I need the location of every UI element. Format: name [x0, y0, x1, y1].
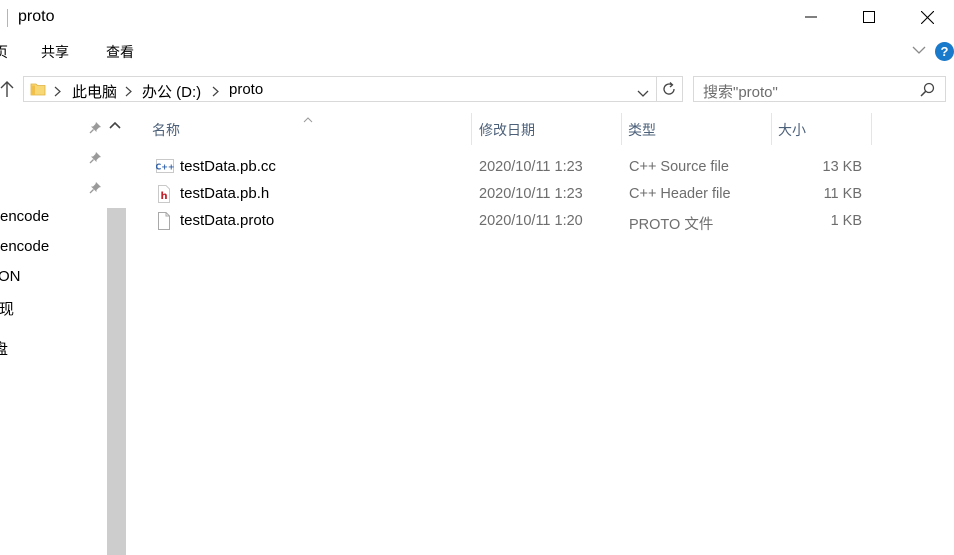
blank-file-icon	[156, 212, 172, 230]
title-bar: proto	[0, 0, 954, 36]
tab-share[interactable]: 共享	[41, 42, 69, 62]
scrollbar-thumb[interactable]	[107, 208, 126, 555]
search-icon[interactable]	[920, 82, 935, 102]
file-name[interactable]: testData.pb.cc	[180, 158, 276, 175]
up-button[interactable]	[0, 80, 14, 103]
nav-item[interactable]: 盘	[0, 338, 8, 359]
file-row[interactable]: h testData.pb.h 2020/10/11 1:23 C++ Head…	[130, 181, 954, 208]
file-date: 2020/10/11 1:23	[479, 186, 583, 202]
window-title: proto	[18, 8, 55, 25]
minimize-button[interactable]	[788, 0, 834, 34]
file-name[interactable]: testData.proto	[180, 212, 274, 229]
column-divider[interactable]	[771, 113, 772, 145]
cpp-header-icon: h	[156, 185, 172, 203]
title-separator	[7, 9, 8, 27]
file-row[interactable]: testData.proto 2020/10/11 1:20 PROTO 文件 …	[130, 208, 954, 235]
file-date: 2020/10/11 1:20	[479, 213, 583, 229]
arrow-up-icon	[0, 81, 14, 97]
breadcrumb-proto[interactable]: proto	[229, 81, 263, 98]
file-size: 13 KB	[822, 159, 863, 175]
file-size: 1 KB	[830, 213, 862, 229]
search-box[interactable]: 搜索"proto"	[693, 76, 946, 102]
file-date: 2020/10/11 1:23	[479, 159, 583, 175]
breadcrumb-this-pc[interactable]: 此电脑	[72, 81, 117, 102]
chevron-up-icon	[109, 121, 121, 129]
refresh-button[interactable]	[661, 81, 677, 102]
pin-icon[interactable]	[89, 151, 102, 169]
refresh-icon	[663, 82, 675, 95]
column-divider[interactable]	[871, 113, 872, 145]
expand-ribbon-button[interactable]	[912, 42, 926, 60]
file-list: 名称 修改日期 类型 大小 C++ testData.pb.cc 2020/10…	[130, 108, 954, 555]
chevron-right-icon	[125, 84, 132, 102]
file-type: C++ Header file	[629, 186, 731, 202]
file-type: C++ Source file	[629, 159, 729, 175]
folder-icon	[30, 82, 46, 101]
column-header-type[interactable]: 类型	[628, 120, 656, 140]
file-name[interactable]: testData.pb.h	[180, 185, 269, 202]
file-type: PROTO 文件	[629, 217, 714, 233]
sort-ascending-icon	[303, 110, 313, 128]
ribbon-tabs: 页 共享 查看	[0, 36, 954, 68]
file-size: 11 KB	[823, 186, 862, 202]
address-history-button[interactable]	[637, 85, 649, 103]
nav-item[interactable]: ON	[0, 268, 21, 285]
minimize-icon	[805, 16, 817, 18]
chevron-down-icon	[637, 90, 649, 97]
help-button[interactable]: ?	[935, 42, 954, 61]
maximize-icon	[863, 11, 875, 23]
chevron-down-icon	[912, 46, 926, 54]
breadcrumb-drive-d[interactable]: 办公 (D:)	[142, 81, 201, 102]
pin-icon[interactable]	[89, 181, 102, 199]
close-button[interactable]	[904, 0, 950, 34]
maximize-button[interactable]	[846, 0, 892, 34]
column-divider[interactable]	[471, 113, 472, 145]
svg-text:C++: C++	[156, 163, 174, 172]
tab-view[interactable]: 查看	[106, 42, 134, 62]
chevron-right-icon	[212, 84, 219, 102]
scroll-up-button[interactable]	[108, 117, 122, 135]
address-divider	[656, 77, 657, 101]
navigation-pane: encode encode ON 现 盘	[0, 112, 128, 555]
column-header-name[interactable]: 名称	[152, 120, 180, 140]
file-row[interactable]: C++ testData.pb.cc 2020/10/11 1:23 C++ S…	[130, 154, 954, 181]
file-explorer-window: proto 页 共享 查看 ? 此电脑 办公 (D:) proto 搜索"pro…	[0, 0, 954, 555]
search-placeholder: 搜索"proto"	[703, 84, 778, 101]
nav-item[interactable]: 现	[0, 298, 14, 319]
column-divider[interactable]	[621, 113, 622, 145]
close-icon	[920, 10, 934, 24]
column-header-date[interactable]: 修改日期	[479, 120, 535, 140]
column-header-size[interactable]: 大小	[778, 120, 806, 140]
tab-home[interactable]: 页	[0, 42, 8, 62]
chevron-right-icon	[54, 84, 61, 102]
nav-item[interactable]: encode	[0, 238, 49, 255]
pin-icon[interactable]	[89, 121, 102, 139]
svg-text:h: h	[160, 191, 167, 202]
address-bar[interactable]: 此电脑 办公 (D:) proto	[23, 76, 683, 102]
cpp-source-icon: C++	[155, 158, 175, 176]
nav-item[interactable]: encode	[0, 208, 49, 225]
